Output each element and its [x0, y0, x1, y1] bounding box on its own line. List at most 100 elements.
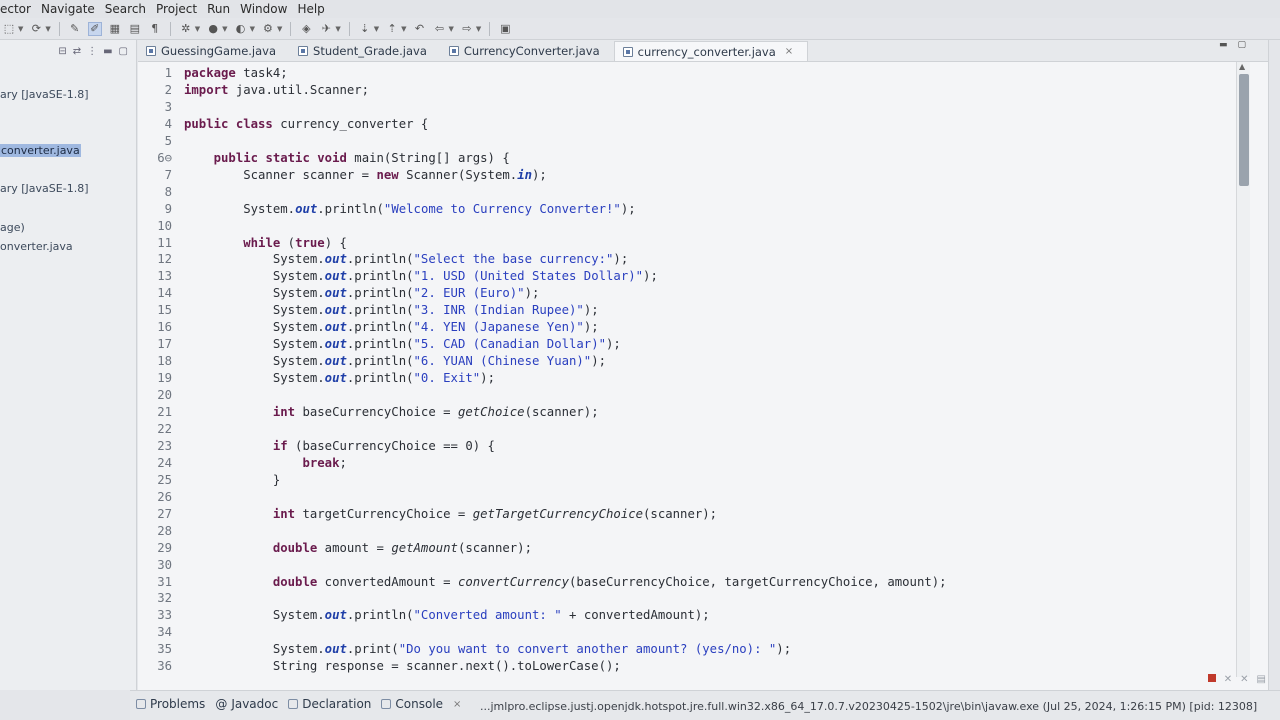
code-line: 14 System.out.println("2. EUR (Euro)");	[138, 286, 1238, 302]
code-token: in	[517, 167, 532, 182]
refresh-icon[interactable]: ⟳	[29, 22, 43, 36]
code-token: int	[272, 405, 296, 419]
code-token: out	[324, 371, 347, 386]
forward-icon[interactable]: ⇨	[460, 22, 474, 36]
code-token: .println(	[346, 286, 414, 301]
dropdown-arrow-icon[interactable]: ▼	[449, 25, 454, 33]
tab-problems[interactable]: Problems	[136, 697, 205, 711]
code-line: 27 int targetCurrencyChoice = getTargetC…	[138, 507, 1238, 523]
vertical-scrollbar[interactable]: ▲	[1236, 62, 1250, 677]
open-type-icon[interactable]: ◈	[299, 22, 313, 36]
menu-item[interactable]: Navigate	[36, 2, 100, 16]
code-token: System.	[184, 269, 325, 284]
tab-currency-converter-active[interactable]: currency_converter.java ×	[613, 41, 809, 61]
code-token: targetCurrencyChoice =	[295, 506, 473, 521]
minimize-icon[interactable]: ▬	[103, 46, 112, 57]
dropdown-arrow-icon[interactable]: ▼	[476, 25, 481, 33]
menu-item[interactable]: ector	[0, 2, 36, 16]
line-number: 25	[157, 472, 172, 487]
menu-item[interactable]: Help	[292, 2, 329, 16]
search-icon[interactable]: ✈	[319, 22, 333, 36]
line-number: 30	[157, 557, 172, 572]
menu-item[interactable]: Run	[202, 2, 235, 16]
code-token: );	[591, 354, 607, 369]
code-token: .print(	[346, 642, 399, 657]
tree-item-selected[interactable]: converter.java	[0, 144, 81, 157]
terminate-icon[interactable]	[1207, 674, 1216, 682]
dropdown-arrow-icon[interactable]: ▼	[401, 25, 406, 33]
remove-all-icon[interactable]: ✕	[1240, 674, 1248, 685]
code-line: 30	[138, 558, 1238, 574]
toggle-breadcrumb-icon[interactable]: ▦	[108, 22, 122, 36]
next-annotation-icon[interactable]: ⇣	[358, 22, 372, 36]
scroll-up-icon[interactable]: ▲	[1239, 62, 1245, 71]
view-menu-icon[interactable]: ⋮	[87, 46, 97, 57]
code-token: .println(	[346, 320, 414, 335]
code-token: System.	[184, 337, 325, 352]
line-number: 26	[157, 489, 172, 504]
code-text: }	[184, 473, 280, 487]
tree-item[interactable]: age)	[0, 221, 25, 234]
line-number: 32	[157, 591, 172, 606]
minimize-icon[interactable]: ▬	[1219, 40, 1228, 50]
link-editor-icon[interactable]: ⇄	[73, 46, 81, 57]
menu-item[interactable]: Project	[151, 2, 202, 16]
tab-guessing-game[interactable]: GuessingGame.java	[138, 41, 290, 61]
tree-item[interactable]: onverter.java	[0, 240, 73, 253]
clear-console-icon[interactable]: ▤	[1257, 674, 1266, 685]
dropdown-arrow-icon[interactable]: ▼	[335, 25, 340, 33]
code-token: "0. Exit"	[413, 371, 481, 386]
dropdown-arrow-icon[interactable]: ▼	[250, 25, 255, 33]
dropdown-arrow-icon[interactable]: ▼	[374, 25, 379, 33]
code-text: System.out.println("5. CAD (Canadian Dol…	[184, 337, 621, 351]
dropdown-arrow-icon[interactable]: ▼	[222, 25, 227, 33]
block-select-icon[interactable]: ▤	[128, 22, 142, 36]
dropdown-arrow-icon[interactable]: ▼	[18, 25, 23, 33]
dropdown-arrow-icon[interactable]: ▼	[277, 25, 282, 33]
prev-annotation-icon[interactable]: ⇡	[385, 22, 399, 36]
close-icon[interactable]: ×	[785, 46, 793, 57]
mark-occurrences-icon[interactable]: ✐	[87, 21, 102, 36]
tree-item[interactable]: ary [JavaSE-1.8]	[0, 182, 88, 195]
collapse-all-icon[interactable]: ⊟	[58, 46, 66, 57]
last-edit-icon[interactable]: ↶	[413, 22, 427, 36]
run-icon[interactable]: ●	[206, 22, 220, 36]
maximize-icon[interactable]: ▢	[1237, 40, 1246, 50]
back-icon[interactable]: ⇦	[433, 22, 447, 36]
scrollbar-thumb[interactable]	[1239, 74, 1249, 186]
menu-item[interactable]: Search	[100, 2, 151, 16]
line-number: 2	[164, 82, 172, 97]
tab-currency-converter[interactable]: CurrencyConverter.java	[441, 41, 614, 61]
external-tools-icon[interactable]: ⚙	[261, 22, 275, 36]
code-area[interactable]: 1 package task4; 2 import java.util.Scanner…	[138, 62, 1238, 682]
debug-icon[interactable]: ✲	[179, 22, 193, 36]
code-text: System.out.print("Do you want to convert…	[184, 642, 791, 656]
show-whitespace-icon[interactable]: ¶	[148, 22, 162, 36]
dropdown-arrow-icon[interactable]: ▼	[45, 25, 50, 33]
code-text: System.out.println("3. INR (Indian Rupee…	[184, 303, 599, 317]
code-token: out	[324, 608, 347, 623]
pin-icon[interactable]: ✎	[68, 22, 82, 36]
open-perspective-icon[interactable]: ▣	[498, 22, 512, 36]
tab-console[interactable]: Console ×	[381, 697, 461, 711]
tree-item[interactable]: ary [JavaSE-1.8]	[0, 88, 88, 101]
tab-student-grade[interactable]: Student_Grade.java	[290, 41, 441, 61]
code-token: package	[184, 66, 236, 80]
toolbar-separator	[489, 21, 491, 36]
remove-launch-icon[interactable]: ✕	[1224, 674, 1232, 685]
code-token: public class	[184, 116, 273, 131]
menu-item[interactable]: Window	[235, 2, 292, 16]
dropdown-arrow-icon[interactable]: ▼	[195, 25, 200, 33]
coverage-icon[interactable]: ◐	[234, 22, 248, 36]
code-token: out	[324, 269, 347, 284]
maximize-icon[interactable]: ▢	[119, 46, 128, 57]
java-file-icon	[298, 46, 309, 56]
line-number: 3	[164, 99, 172, 114]
code-line: 16 System.out.println("4. YEN (Japanese …	[138, 320, 1238, 336]
close-icon[interactable]: ×	[453, 699, 461, 710]
toolbar-separator	[169, 21, 171, 36]
tab-javadoc[interactable]: @ Javadoc	[215, 697, 278, 711]
new-icon[interactable]: ⬚	[2, 22, 16, 36]
tab-declaration[interactable]: Declaration	[288, 697, 371, 711]
